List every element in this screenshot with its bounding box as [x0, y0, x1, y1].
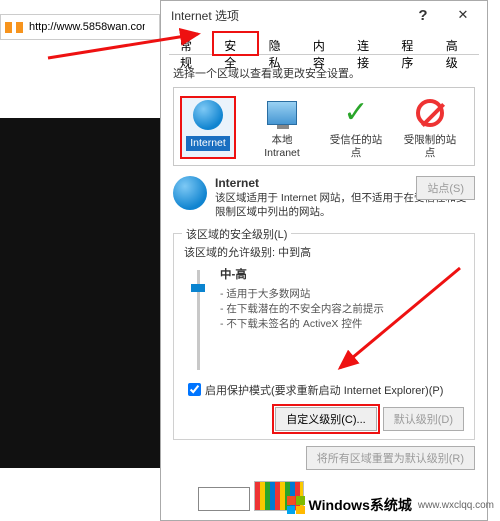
zone-label: 受信任的站点 [330, 134, 383, 159]
security-pane: 选择一个区域以查看或更改安全设置。 Internet 本地 Intranet ✓… [161, 55, 487, 478]
tab-privacy[interactable]: 隐私 [258, 32, 302, 55]
bullet: 在下载潜在的不安全内容之前提示 [220, 301, 384, 316]
zone-internet[interactable]: Internet [180, 96, 236, 159]
tab-content[interactable]: 内容 [302, 32, 346, 55]
protected-mode-label: 启用保护模式(要求重新启动 Internet Explorer)(P) [205, 382, 443, 398]
globe-icon [191, 98, 225, 132]
zone-description: Internet 该区域适用于 Internet 网站，但不适用于在受信任和受限… [173, 176, 475, 219]
watermark: Windows系统城 www.wxclqq.com [287, 495, 494, 515]
ok-button-partial[interactable] [198, 487, 250, 511]
dialog-title: Internet 选项 [171, 7, 239, 24]
protected-mode-row: 启用保护模式(要求重新启动 Internet Explorer)(P) [184, 380, 464, 399]
zone-list: Internet 本地 Intranet ✓ 受信任的站点 受限制的站点 [173, 87, 475, 166]
close-button[interactable]: ✕ [443, 1, 483, 29]
zone-label: Internet [186, 136, 230, 151]
sites-button[interactable]: 站点(S) [416, 176, 475, 200]
allowed-levels: 该区域的允许级别: 中到高 [184, 244, 464, 260]
watermark-sub: www.wxclqq.com [418, 500, 494, 511]
level-bullets: 适用于大多数网站 在下载潜在的不安全内容之前提示 不下载未签名的 ActiveX… [220, 286, 384, 331]
site-icon [5, 22, 23, 33]
tab-general[interactable]: 常规 [169, 32, 213, 55]
security-level-group: 该区域的安全级别(L) 该区域的允许级别: 中到高 中-高 适用于大多数网站 在… [173, 233, 475, 440]
computer-icon [265, 96, 299, 130]
group-legend: 该区域的安全级别(L) [182, 226, 291, 242]
page-background [0, 118, 162, 468]
tab-connections[interactable]: 连接 [346, 32, 390, 55]
tab-security[interactable]: 安全 [213, 32, 257, 55]
internet-options-dialog: Internet 选项 ? ✕ 常规 安全 隐私 内容 连接 程序 高级 选择一… [160, 0, 488, 521]
dialog-tabs: 常规 安全 隐私 内容 连接 程序 高级 [169, 31, 479, 55]
zone-restricted[interactable]: 受限制的站点 [402, 96, 458, 159]
windows-logo-icon [287, 496, 305, 514]
security-level-slider[interactable] [188, 270, 210, 370]
custom-level-button[interactable]: 自定义级别(C)... [275, 407, 376, 431]
reset-all-button[interactable]: 将所有区域重置为默认级别(R) [306, 446, 475, 470]
browser-address-bar[interactable] [0, 14, 160, 40]
ban-icon [413, 96, 447, 130]
protected-mode-checkbox[interactable] [188, 383, 201, 396]
zone-label: 受限制的站点 [404, 134, 457, 159]
tab-advanced[interactable]: 高级 [435, 32, 479, 55]
globe-icon [173, 176, 207, 210]
zone-trusted[interactable]: ✓ 受信任的站点 [328, 96, 384, 159]
level-name: 中-高 [220, 269, 247, 281]
default-level-button[interactable]: 默认级别(D) [383, 407, 464, 431]
url-input[interactable] [27, 20, 147, 34]
tab-programs[interactable]: 程序 [390, 32, 434, 55]
check-icon: ✓ [339, 96, 373, 130]
dialog-titlebar: Internet 选项 ? ✕ [161, 1, 487, 29]
zone-intranet[interactable]: 本地 Intranet [254, 96, 310, 159]
zone-label: 本地 Intranet [264, 134, 300, 159]
bullet: 适用于大多数网站 [220, 286, 384, 301]
help-button[interactable]: ? [403, 1, 443, 29]
watermark-text: Windows系统城 [309, 495, 412, 515]
bullet: 不下载未签名的 ActiveX 控件 [220, 316, 384, 331]
